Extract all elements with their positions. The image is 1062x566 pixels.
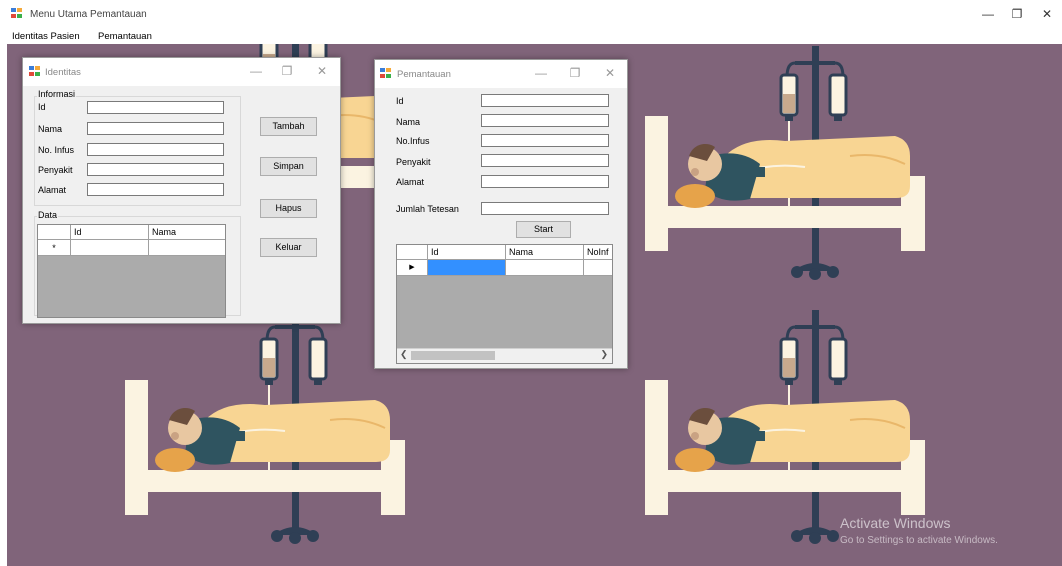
grid-column-header-nama[interactable]: Nama [149, 225, 225, 240]
activate-windows-watermark: Activate Windows [840, 515, 951, 531]
pemantauan-window-title: Pemantauan [397, 69, 451, 80]
scroll-thumb[interactable] [411, 351, 495, 360]
grid-cell-id[interactable] [71, 240, 149, 256]
p-alamat-input[interactable] [481, 175, 609, 188]
grid-column-header-id[interactable]: Id [71, 225, 149, 240]
jumlah-tetesan-input[interactable] [481, 202, 609, 215]
p-grid-column-header-nama[interactable]: Nama [506, 245, 584, 260]
p-grid-current-row-marker: ▶ [397, 260, 428, 276]
p-id-input[interactable] [481, 94, 609, 107]
grid-new-row-marker: * [38, 240, 71, 256]
menu-identitas-pasien[interactable]: Identitas Pasien [12, 31, 80, 42]
pemantauan-window: Pemantauan — ❐ ✕ Id Nama No.Infus Penyak… [374, 59, 628, 369]
identitas-window: Identitas — ❐ ✕ Informasi Id Nama No. In… [22, 57, 341, 324]
p-nama-label: Nama [396, 117, 421, 127]
informasi-group-caption: Informasi [37, 89, 77, 99]
p-no-infus-label: No.Infus [396, 136, 430, 146]
p-no-infus-input[interactable] [481, 134, 609, 147]
penyakit-input[interactable] [87, 163, 224, 176]
p-grid-column-header-id[interactable]: Id [428, 245, 506, 260]
nama-label: Nama [38, 124, 63, 134]
pemantauan-close-button[interactable]: ✕ [600, 66, 620, 80]
alamat-input[interactable] [87, 183, 224, 196]
p-nama-input[interactable] [481, 114, 609, 127]
hapus-button[interactable]: Hapus [260, 199, 317, 218]
app-icon [11, 8, 23, 19]
identitas-window-title: Identitas [45, 67, 81, 78]
pemantauan-minimize-button[interactable]: — [531, 66, 551, 80]
p-grid-cell-noinf[interactable] [584, 260, 612, 276]
patient-illustration-3 [123, 308, 407, 546]
pemantauan-restore-button[interactable]: ❐ [565, 66, 585, 80]
alamat-label: Alamat [38, 185, 67, 195]
scroll-right-arrow-icon[interactable]: ❯ [600, 349, 608, 360]
menu-pemantauan[interactable]: Pemantauan [98, 31, 152, 42]
p-grid-row-header-corner [397, 245, 428, 260]
identitas-minimize-button[interactable]: — [246, 64, 266, 78]
p-penyakit-label: Penyakit [396, 157, 431, 167]
pemantauan-data-grid[interactable]: Id Nama NoInf ▶ ❮ ❯ [396, 244, 613, 364]
pemantauan-window-icon [380, 68, 392, 79]
nama-input[interactable] [87, 122, 224, 135]
patient-illustration-2 [643, 44, 927, 282]
penyakit-label: Penyakit [38, 165, 73, 175]
id-label: Id [38, 102, 46, 112]
minimize-button[interactable]: — [978, 7, 998, 21]
start-button[interactable]: Start [516, 221, 571, 238]
p-grid-column-header-noinf[interactable]: NoInf [584, 245, 612, 260]
menu-bar: Identitas Pasien Pemantauan [0, 28, 1062, 44]
identitas-close-button[interactable]: ✕ [312, 64, 332, 78]
no-infus-input[interactable] [87, 143, 224, 156]
p-grid-horizontal-scrollbar[interactable]: ❮ ❯ [397, 348, 612, 363]
scroll-left-arrow-icon[interactable]: ❮ [400, 349, 408, 360]
identitas-restore-button[interactable]: ❐ [277, 64, 297, 78]
tambah-button[interactable]: Tambah [260, 117, 317, 136]
p-grid-cell-id-selected[interactable] [428, 260, 506, 276]
p-alamat-label: Alamat [396, 177, 425, 187]
p-grid-cell-nama[interactable] [506, 260, 584, 276]
keluar-button[interactable]: Keluar [260, 238, 317, 257]
simpan-button[interactable]: Simpan [260, 157, 317, 176]
patient-illustration-4 [643, 308, 927, 546]
grid-row-header-corner [38, 225, 71, 240]
p-id-label: Id [396, 96, 404, 106]
identitas-data-grid[interactable]: Id Nama * [37, 224, 226, 318]
main-window-titlebar: Menu Utama Pemantauan — ❐ ✕ [0, 0, 1062, 28]
identitas-window-icon [29, 66, 41, 77]
no-infus-label: No. Infus [38, 145, 75, 155]
id-input[interactable] [87, 101, 224, 114]
restore-button[interactable]: ❐ [1007, 7, 1027, 21]
identitas-titlebar: Identitas — ❐ ✕ [23, 58, 340, 86]
close-button[interactable]: ✕ [1037, 7, 1057, 21]
data-group-caption: Data [37, 210, 59, 220]
activate-windows-hint: Go to Settings to activate Windows. [840, 535, 998, 546]
pemantauan-titlebar: Pemantauan — ❐ ✕ [375, 60, 627, 88]
jumlah-tetesan-label: Jumlah Tetesan [396, 204, 459, 214]
main-window-title: Menu Utama Pemantauan [30, 9, 147, 20]
grid-cell-nama[interactable] [149, 240, 225, 256]
p-penyakit-input[interactable] [481, 154, 609, 167]
